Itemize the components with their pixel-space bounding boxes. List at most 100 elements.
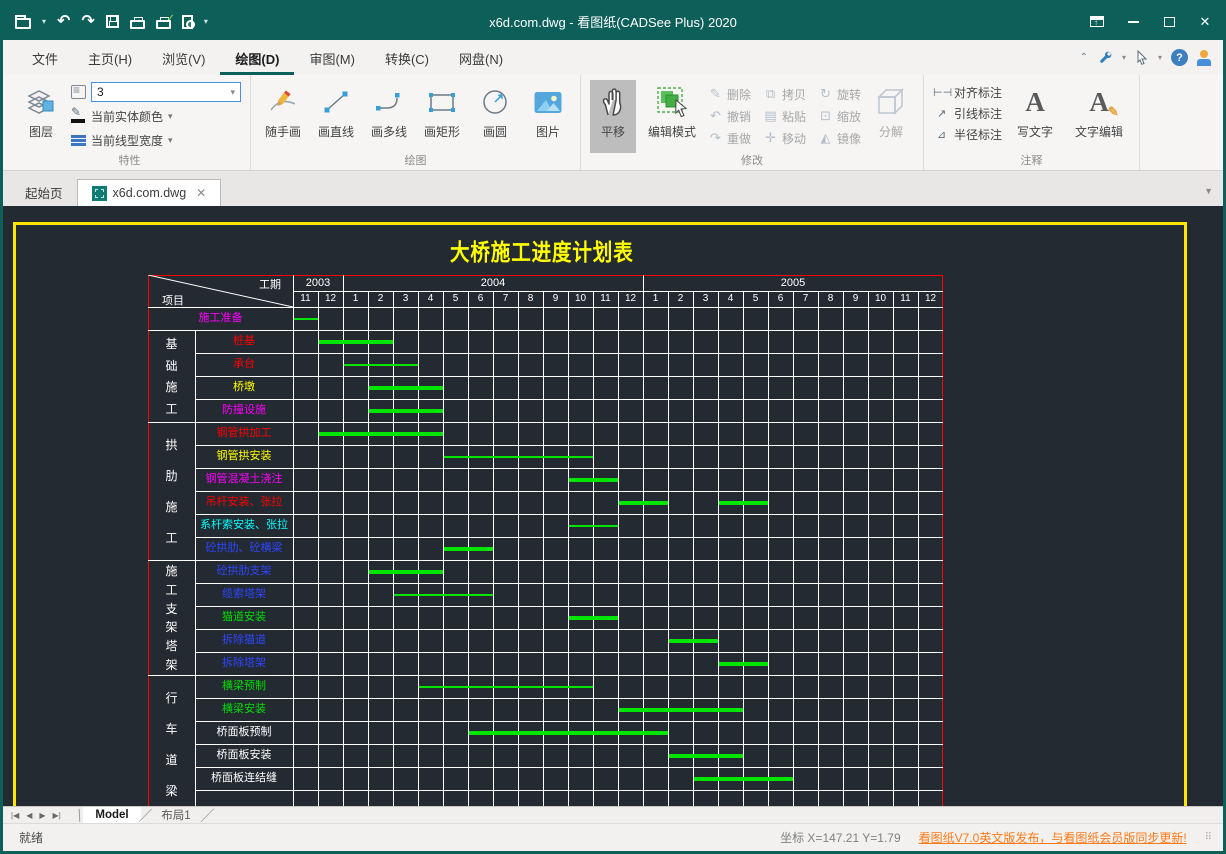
modify-item-7[interactable]: ✛移动 <box>763 127 806 149</box>
chevron-down-icon: ▾ <box>230 87 235 98</box>
draw-button-4[interactable]: 画圆 <box>472 80 518 153</box>
modify-item-6[interactable]: ↷重做 <box>708 127 751 149</box>
status-ready: 就绪 <box>19 829 43 846</box>
prev-page-icon[interactable]: ◀ <box>26 811 32 820</box>
menu-tab-3[interactable]: 绘图(D) <box>220 41 294 75</box>
first-page-icon[interactable]: |◀ <box>11 811 19 820</box>
month-label: 4 <box>418 291 443 307</box>
task-label: 承台 <box>195 353 293 376</box>
float-window-icon[interactable] <box>1079 8 1115 36</box>
modify-item-2[interactable]: ↻旋转 <box>818 83 861 105</box>
edit-mode-button[interactable]: 编辑模式 <box>643 80 701 153</box>
modify-item-1[interactable]: ⧉拷贝 <box>763 83 806 105</box>
task-label: 砼拱肋、砼横梁 <box>195 537 293 560</box>
settings-wrench-icon[interactable] <box>1097 50 1113 66</box>
group-label-modify: 修改 <box>581 152 923 168</box>
dropdown-arrow-icon[interactable]: ▾ <box>1158 53 1162 62</box>
annotate-item-2[interactable]: ⊿半径标注 <box>933 126 1002 143</box>
layer-select-value: 3 <box>97 85 104 99</box>
group-cell-char: 肋 <box>165 467 177 484</box>
maximize-icon[interactable] <box>1151 8 1187 36</box>
task-label: 横梁预制 <box>195 675 293 698</box>
modify-item-label: 粘贴 <box>782 108 806 125</box>
help-icon[interactable]: ? <box>1171 49 1188 66</box>
dropdown-arrow-icon[interactable]: ▾ <box>42 13 46 31</box>
aligned-dim-icon: ⊢⊣ <box>933 86 950 99</box>
explode-button[interactable]: 分解 <box>868 80 914 153</box>
print-preview-icon[interactable] <box>182 13 193 31</box>
layers-button[interactable]: 图层 <box>18 80 64 153</box>
move-icon: ✛ <box>763 130 778 146</box>
draw-button-5[interactable]: 图片 <box>525 80 571 153</box>
edit-text-button[interactable]: A✎ 文字编辑 <box>1068 80 1130 153</box>
grid-line <box>195 491 943 492</box>
modify-item-0[interactable]: ✎删除 <box>708 83 751 105</box>
modify-item-3[interactable]: ↶撤销 <box>708 105 751 127</box>
modify-item-4[interactable]: ▤粘贴 <box>763 105 806 127</box>
tab-start-page[interactable]: 起始页 <box>11 179 77 206</box>
group-cell-char: 车 <box>165 720 177 737</box>
tab-active-document[interactable]: x6d.com.dwg ✕ <box>77 179 222 206</box>
last-page-icon[interactable]: ▶| <box>53 811 61 820</box>
modify-item-label: 重做 <box>727 130 751 147</box>
undo-icon[interactable]: ↶ <box>57 13 70 31</box>
task-label: 钢管拱安装 <box>195 445 293 468</box>
document-tab-bar: 起始页 x6d.com.dwg ✕ ▼ <box>3 171 1223 206</box>
menu-tab-5[interactable]: 转换(C) <box>370 41 444 75</box>
layer-select[interactable]: 3 ▾ <box>91 82 241 102</box>
gantt-bar <box>444 547 493 551</box>
write-text-label: 写文字 <box>1017 123 1053 140</box>
group-cell-char: 梁 <box>165 782 177 799</box>
menu-tab-0[interactable]: 文件 <box>17 41 73 75</box>
cursor-select-icon[interactable] <box>1135 50 1149 65</box>
line-width-button[interactable]: 当前线型宽度 ▾ <box>71 130 241 150</box>
minimize-icon[interactable] <box>1115 8 1151 36</box>
month-label: 1 <box>643 291 668 307</box>
menu-tab-6[interactable]: 网盘(N) <box>444 41 518 75</box>
menu-tab-4[interactable]: 审图(M) <box>294 41 370 75</box>
user-account-icon[interactable] <box>1197 50 1211 66</box>
draw-button-label: 画圆 <box>483 123 507 140</box>
month-label: 9 <box>543 291 568 307</box>
toolbar-options-icon[interactable]: ▾ <box>204 13 208 31</box>
menu-tab-1[interactable]: 主页(H) <box>73 41 147 75</box>
write-text-button[interactable]: A 写文字 <box>1009 80 1061 153</box>
dropdown-arrow-icon[interactable]: ▾ <box>1122 53 1126 62</box>
promo-link[interactable]: 看图纸V7.0英文版发布，与看图纸会员版同步更新! <box>919 829 1187 846</box>
next-page-icon[interactable]: ▶ <box>39 811 45 820</box>
entity-color-button[interactable]: 当前实体颜色 ▾ <box>71 106 241 126</box>
print-check-icon[interactable] <box>156 13 171 31</box>
active-document-name: x6d.com.dwg <box>113 186 187 200</box>
annotate-item-0[interactable]: ⊢⊣对齐标注 <box>933 84 1002 101</box>
modify-item-5[interactable]: ⊡缩放 <box>818 105 861 127</box>
status-bar: 就绪 坐标 X=147.21 Y=1.79 看图纸V7.0英文版发布，与看图纸会… <box>3 823 1223 851</box>
print-icon[interactable] <box>130 13 145 31</box>
draw-button-0[interactable]: 随手画 <box>260 80 306 153</box>
explode-label: 分解 <box>879 123 903 140</box>
freehand-pencil-icon <box>268 84 298 120</box>
app-window: ▾ ↶ ↷ ▾ x6d.com.dwg - 看图纸(CADSee Plus) 2… <box>0 0 1226 854</box>
annotate-item-1[interactable]: ↗引线标注 <box>933 105 1002 122</box>
layout-tab-布局1[interactable]: 布局1 <box>149 807 202 823</box>
open-folder-icon[interactable] <box>15 13 31 31</box>
drawing-canvas[interactable]: 大桥施工进度计划表 项目工期20032004200511121234567891… <box>3 206 1223 806</box>
group-cell-char: 础 <box>165 357 177 374</box>
draw-button-2[interactable]: 画多线 <box>366 80 412 153</box>
group-cell-char: 工 <box>165 400 177 417</box>
menu-tab-2[interactable]: 浏览(V) <box>147 41 220 75</box>
edit-mode-label: 编辑模式 <box>648 123 696 140</box>
close-tab-icon[interactable]: ✕ <box>196 186 206 200</box>
tab-list-dropdown-icon[interactable]: ▼ <box>1204 186 1213 196</box>
collapse-ribbon-icon[interactable]: ⌃ <box>1080 52 1088 63</box>
pan-button[interactable]: 平移 <box>590 80 636 153</box>
modify-item-8[interactable]: ◭镜像 <box>818 127 861 149</box>
redo-icon[interactable]: ↷ <box>81 13 94 31</box>
draw-button-1[interactable]: 画直线 <box>313 80 359 153</box>
layout-tab-Model[interactable]: Model <box>83 807 140 823</box>
gantt-bar <box>569 478 618 482</box>
draw-button-3[interactable]: 画矩形 <box>419 80 465 153</box>
group-cell-char: 行 <box>165 689 177 706</box>
save-icon[interactable] <box>106 13 119 31</box>
close-icon[interactable]: ✕ <box>1187 8 1223 36</box>
polyline-icon <box>374 84 404 120</box>
